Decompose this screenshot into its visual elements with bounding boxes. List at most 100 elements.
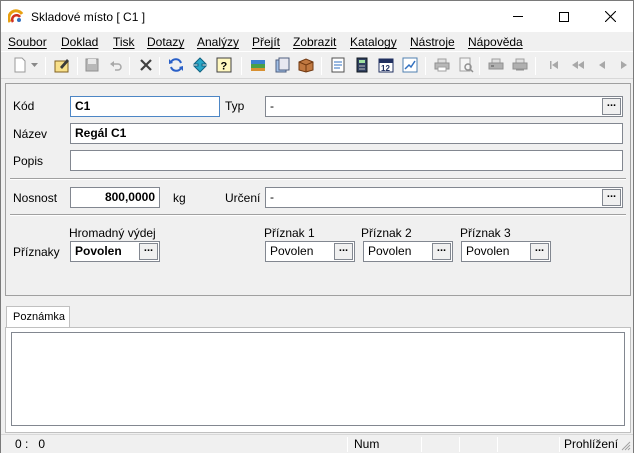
documents-icon [275,57,290,73]
new-dropdown-icon [30,63,38,67]
new-document-icon [14,57,26,73]
nosnost-field[interactable]: 800,0000 [70,187,160,208]
status-divider [559,437,560,452]
documents-button[interactable] [273,56,291,74]
print-list-button[interactable] [511,56,529,74]
save-button[interactable] [83,56,101,74]
menu-soubor[interactable]: Soubor [8,35,47,49]
minimize-icon [513,16,523,17]
status-bar: 0 : 0 Num Prohlížení [1,434,633,453]
toolbar-separator [77,57,78,75]
urceni-lookup-button[interactable]: ... [602,189,621,206]
previous-record-icon [599,61,605,69]
print-setup-button[interactable] [487,56,505,74]
help-query-button[interactable]: ? [215,56,233,74]
status-mode: Prohlížení [564,437,619,451]
edit-button[interactable] [53,56,71,74]
refresh-button[interactable] [167,56,185,74]
calendar-icon: 12 [378,58,394,73]
status-divider [347,437,348,452]
close-button[interactable] [587,1,633,32]
menu-napoveda[interactable]: Nápověda [468,35,523,49]
menu-tisk[interactable]: Tisk [113,35,135,49]
urceni-field[interactable]: - [265,187,623,208]
next-record-button[interactable] [615,56,633,74]
typ-label: Typ [225,99,245,113]
popis-field[interactable] [70,150,623,171]
window: Skladové místo [ C1 ] Soubor Doklad Tisk… [0,0,634,453]
menu-zobrazit[interactable]: Zobrazit [293,35,336,49]
chart-button[interactable] [401,56,419,74]
app-logo-icon [8,9,24,23]
status-position: 0 : 0 [15,437,46,451]
toolbar-separator [241,57,242,75]
form-button[interactable] [329,56,347,74]
hromadny-vydej-lookup-button[interactable]: ... [139,243,158,260]
sort-button[interactable] [191,56,209,74]
status-num: Num [354,437,380,451]
print-list-icon [512,58,528,71]
menu-bar: Soubor Doklad Tisk Dotazy Analýzy Přejít… [1,32,633,51]
undo-icon [110,61,122,71]
menu-katalogy[interactable]: Katalogy [350,35,397,49]
toolbar-separator [321,57,322,75]
calculator-button[interactable] [353,56,371,74]
menu-prejit[interactable]: Přejít [252,35,280,49]
priznak1-lookup-button[interactable]: ... [334,243,353,260]
hromadny-vydej-label: Hromadný výdej [69,226,156,240]
chart-icon [402,57,418,73]
kod-field[interactable]: C1 [70,96,220,117]
priznak3-lookup-button[interactable]: ... [530,243,549,260]
nazev-label: Název [13,127,48,141]
maximize-button[interactable] [541,1,587,32]
print-preview-icon [459,57,474,73]
print-setup-icon [488,58,504,70]
separator [10,214,626,216]
priznaky-label: Příznaky [13,245,60,259]
priznak3-label: Příznak 3 [460,226,511,240]
previous-page-icon [572,61,584,69]
resize-grip-icon[interactable] [621,441,631,451]
new-document-button[interactable] [11,56,29,74]
print-preview-button[interactable] [457,56,475,74]
calculator-icon [356,57,368,73]
note-textarea[interactable] [11,332,625,426]
menu-nastroje[interactable]: Nástroje [410,35,455,49]
save-icon [85,58,99,72]
print-button[interactable] [433,56,451,74]
status-divider [459,437,460,452]
delete-button[interactable] [137,56,155,74]
edit-icon [54,59,69,73]
previous-record-button[interactable] [593,56,611,74]
toolbar-separator [159,57,160,75]
print-icon [434,58,450,72]
tab-poznamka[interactable]: Poznámka [6,306,70,328]
menu-analyzy[interactable]: Analýzy [197,35,239,49]
menu-doklad[interactable]: Doklad [61,35,98,49]
nosnost-unit: kg [173,191,186,205]
typ-field[interactable]: - [265,96,623,117]
delete-icon [140,59,152,71]
books-button[interactable] [249,56,267,74]
previous-page-button[interactable] [569,56,587,74]
svg-text:12: 12 [381,64,390,73]
refresh-icon [169,58,183,72]
books-icon [251,60,265,71]
nazev-field[interactable]: Regál C1 [70,123,623,144]
title-bar[interactable]: Skladové místo [ C1 ] [1,1,633,32]
first-record-button[interactable] [545,56,563,74]
typ-lookup-button[interactable]: ... [602,98,621,115]
priznak1-label: Příznak 1 [264,226,315,240]
menu-dotazy[interactable]: Dotazy [147,35,184,49]
popis-label: Popis [13,154,44,168]
toolbar-separator [129,57,130,75]
new-dropdown-button[interactable] [29,56,39,74]
box-button[interactable] [297,56,315,74]
minimize-button[interactable] [495,1,541,32]
undo-button[interactable] [107,56,125,74]
nosnost-label: Nosnost [13,191,58,205]
sort-icon [192,57,208,73]
priznak2-label: Příznak 2 [361,226,412,240]
priznak2-lookup-button[interactable]: ... [432,243,451,260]
calendar-button[interactable]: 12 [377,56,395,74]
